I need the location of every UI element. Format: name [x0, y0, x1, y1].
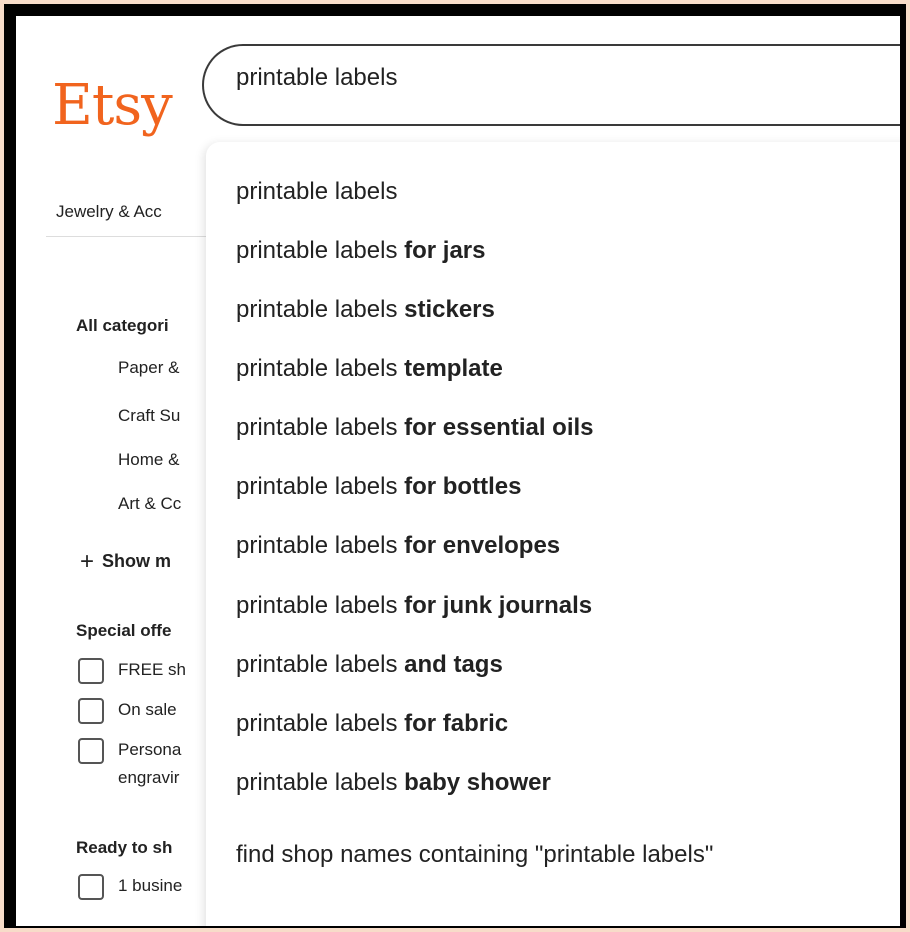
suggestion-item[interactable]: printable labels template — [236, 355, 503, 383]
free-shipping-checkbox[interactable] — [78, 658, 104, 684]
suggestion-item[interactable]: printable labels for bottles — [236, 473, 521, 501]
category-link-home[interactable]: Home & — [118, 450, 179, 470]
browser-viewport: Etsy printable labels Jewelry & Acc All … — [16, 16, 900, 926]
shop-name-search-item[interactable]: find shop names containing "printable la… — [236, 841, 713, 869]
special-offers-heading: Special offe — [76, 621, 172, 640]
suggestion-item[interactable]: printable labels for essential oils — [236, 414, 594, 442]
suggestion-item[interactable]: printable labels for junk journals — [236, 592, 592, 620]
category-link-paper[interactable]: Paper & — [118, 358, 179, 378]
suggestion-item[interactable]: printable labels for fabric — [236, 710, 508, 738]
search-input-value[interactable]: printable labels — [236, 64, 397, 92]
plus-icon: + — [80, 548, 95, 575]
etsy-logo[interactable]: Etsy — [52, 78, 173, 134]
personalization-label: Persona — [118, 740, 182, 759]
suggestion-item[interactable]: printable labels — [236, 178, 397, 206]
show-more-label: Show m — [102, 551, 172, 571]
search-suggestions-dropdown: printable labels printable labels for ja… — [206, 142, 900, 926]
one-business-day-label: 1 busine — [118, 876, 183, 895]
suggestion-item[interactable]: printable labels baby shower — [236, 769, 551, 797]
categories-heading: All categori — [76, 316, 169, 335]
suggestion-item[interactable]: printable labels for envelopes — [236, 532, 560, 560]
free-shipping-label: FREE sh — [118, 660, 187, 679]
on-sale-checkbox[interactable] — [78, 698, 104, 724]
window-frame: Etsy printable labels Jewelry & Acc All … — [4, 4, 906, 928]
suggestion-item[interactable]: printable labels for jars — [236, 237, 485, 265]
nav-item-jewelry[interactable]: Jewelry & Acc — [56, 202, 162, 222]
one-business-day-checkbox[interactable] — [78, 874, 104, 900]
personalization-checkbox[interactable] — [78, 738, 104, 764]
category-link-craft[interactable]: Craft Su — [118, 406, 180, 426]
suggestion-item[interactable]: printable labels stickers — [236, 296, 495, 324]
show-more-button[interactable]: + Show m — [80, 546, 172, 575]
on-sale-label: On sale — [118, 700, 177, 719]
personalization-label-cont: engravir — [118, 768, 180, 787]
ready-to-ship-heading: Ready to sh — [76, 838, 173, 857]
suggestion-item[interactable]: printable labels and tags — [236, 651, 503, 679]
category-link-art[interactable]: Art & Cc — [118, 494, 181, 514]
